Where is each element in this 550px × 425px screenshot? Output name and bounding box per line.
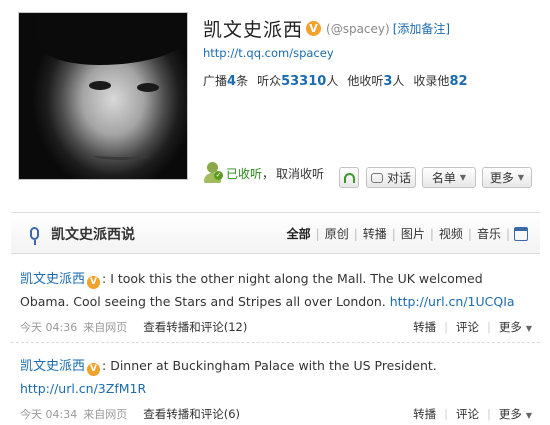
timeline-title: 凯文史派西说 — [51, 227, 135, 243]
post-time[interactable]: 今天 04:36 — [20, 319, 77, 335]
calendar-icon[interactable] — [514, 227, 528, 241]
verified-icon: V — [87, 276, 101, 289]
chat-button[interactable]: 对话 — [366, 167, 416, 188]
profile-name: 凯文史派西 — [203, 19, 304, 41]
post-body: Dinner at Buckingham Palace with the US … — [110, 358, 437, 373]
headphone-icon — [343, 172, 355, 183]
comment-button[interactable]: 评论 — [456, 319, 479, 335]
post-link[interactable]: http://url.cn/1UCQIa — [390, 294, 515, 309]
post-author[interactable]: 凯文史派西 — [20, 272, 85, 287]
chat-label: 对话 — [386, 171, 411, 185]
profile-name-row: 凯文史派西 V (@spacey) [添加备注] — [203, 15, 450, 42]
list-dropdown[interactable]: 名单 ▼ — [422, 167, 476, 188]
stat-listed[interactable]: 收录他82 — [413, 72, 467, 89]
post-link[interactable]: http://url.cn/3ZfM1R — [20, 381, 146, 396]
post-actions: 转播 | 评论 | 更多 ▼ — [413, 319, 532, 335]
tab-separator: | — [505, 226, 510, 241]
post-source: 来自网页 — [83, 408, 128, 421]
chevron-down-icon: ▼ — [517, 173, 525, 182]
profile-handle: (@spacey) — [326, 21, 390, 36]
post-actions: 转播 | 评论 | 更多 ▼ — [413, 406, 532, 422]
post-author[interactable]: 凯文史派西 — [20, 359, 85, 374]
avatar-mouth — [93, 151, 149, 160]
post-text: 凯文史派西 V: Dinner at Buckingham Palace with… — [20, 358, 437, 396]
tab-all[interactable]: 全部 — [282, 225, 316, 242]
tab-videos[interactable]: 视频 — [434, 225, 468, 242]
verified-icon: V — [87, 363, 101, 376]
stat-listeners[interactable]: 听众53310人 — [257, 72, 338, 89]
timeline-tabs: 全部 | 原创 | 转播 | 图片 | 视频 | 音乐 | — [282, 225, 510, 242]
list-label: 名单 — [431, 171, 456, 185]
followed-label: 已收听 — [226, 166, 263, 181]
avatar-eye-left — [89, 81, 111, 90]
follow-separator: ， — [262, 166, 275, 181]
microphone-icon — [30, 227, 39, 240]
post-time[interactable]: 今天 04:34 — [20, 406, 77, 422]
timeline-header: 凯文史派西说 全部 | 原创 | 转播 | 图片 | 视频 | 音乐 | — [11, 212, 540, 254]
view-replies-link[interactable]: 查看转播和评论(12) — [143, 319, 247, 335]
profile-stats: 广播4条 听众53310人 他收听3人 收录他82 — [203, 72, 477, 89]
verified-icon: V — [306, 21, 322, 36]
timeline-post: 凯文史派西 V: I took this the other night alon… — [20, 268, 532, 335]
microphone-stand — [34, 240, 36, 245]
comment-button[interactable]: 评论 — [456, 406, 479, 422]
more-label: 更多 — [489, 171, 514, 185]
add-remark-link[interactable]: [添加备注] — [393, 20, 450, 37]
chat-icon — [370, 172, 383, 183]
followed-person-icon: ✓ — [203, 162, 223, 184]
profile-avatar[interactable] — [18, 12, 188, 180]
rebroadcast-button[interactable]: 转播 — [413, 406, 436, 422]
tab-rebroadcast[interactable]: 转播 — [358, 225, 392, 242]
listen-button[interactable] — [339, 167, 359, 188]
post-divider — [11, 342, 540, 343]
post-text: 凯文史派西 V: I took this the other night alon… — [20, 271, 515, 309]
chevron-down-icon: ▼ — [459, 173, 467, 182]
rebroadcast-button[interactable]: 转播 — [413, 319, 436, 335]
post-more-button[interactable]: 更多 ▼ — [499, 319, 532, 335]
timeline-post: 凯文史派西 V: Dinner at Buckingham Palace with… — [20, 355, 532, 422]
avatar-hair — [39, 13, 187, 65]
view-replies-link[interactable]: 查看转播和评论(6) — [143, 406, 240, 422]
post-more-button[interactable]: 更多 ▼ — [499, 406, 532, 422]
post-meta: 今天 04:36 来自网页 查看转播和评论(12) 转播 | 评论 | 更多 ▼ — [20, 319, 532, 335]
tab-music[interactable]: 音乐 — [472, 225, 506, 242]
profile-url[interactable]: http://t.qq.com/spacey — [203, 46, 334, 60]
follow-status: ✓ 已收听，取消收听 — [203, 162, 324, 184]
stat-following[interactable]: 他收听3人 — [347, 72, 404, 89]
tab-original[interactable]: 原创 — [320, 225, 354, 242]
more-dropdown[interactable]: 更多 ▼ — [482, 167, 532, 188]
avatar-eye-right — [137, 83, 159, 92]
unfollow-link[interactable]: 取消收听 — [276, 165, 324, 182]
stat-broadcasts[interactable]: 广播4条 — [203, 72, 248, 89]
tab-pictures[interactable]: 图片 — [396, 225, 430, 242]
post-meta: 今天 04:34 来自网页 查看转播和评论(6) 转播 | 评论 | 更多 ▼ — [20, 406, 532, 422]
chevron-down-icon: ▼ — [525, 324, 532, 333]
post-source: 来自网页 — [83, 321, 128, 334]
chevron-down-icon: ▼ — [525, 411, 532, 420]
